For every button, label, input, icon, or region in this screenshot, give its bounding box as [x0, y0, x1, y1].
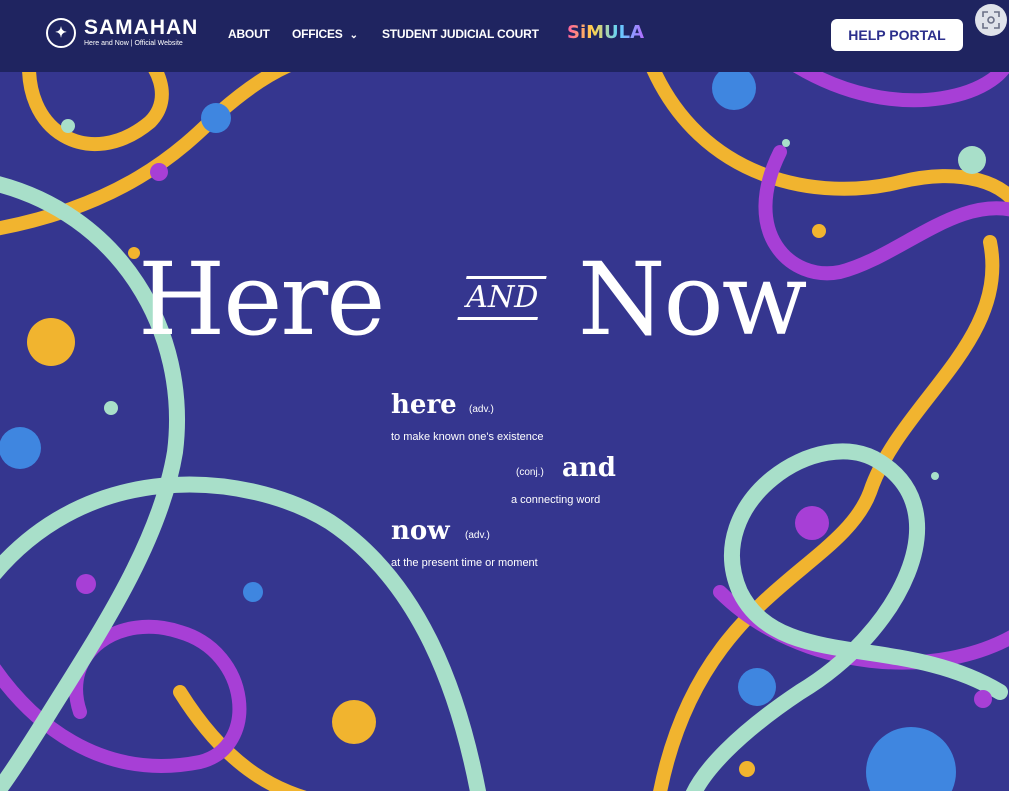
samahan-seal-icon: ✦ — [46, 17, 76, 48]
brand-text: SAMAHAN Here and Now | Official Website — [84, 17, 198, 48]
definition-pos-and: (conj.) — [516, 467, 544, 478]
definition-word-and: and — [562, 453, 616, 483]
samahan-logo[interactable]: ✦ SAMAHAN Here and Now | Official Websit… — [46, 17, 198, 48]
brand-subtitle: Here and Now | Official Website — [84, 40, 183, 47]
nav-student-judicial-court[interactable]: STUDENT JUDICIAL COURT — [382, 27, 539, 41]
hero-word-and: AND — [457, 276, 547, 320]
nav-about[interactable]: ABOUT — [228, 27, 270, 41]
hero-word-here: Here — [138, 241, 385, 358]
simula-logo[interactable]: SiMULA — [567, 22, 644, 43]
simula-text: SiMULA — [567, 22, 645, 43]
definition-meaning-now: at the present time or moment — [391, 557, 538, 569]
help-portal-label: HELP PORTAL — [848, 27, 946, 43]
nav-offices[interactable]: OFFICES ⌄ — [292, 27, 358, 41]
yellow-ribbon-bottom — [173, 685, 307, 791]
definition-word-now: now — [391, 516, 450, 546]
chevron-down-icon: ⌄ — [349, 30, 358, 41]
nav-offices-label: OFFICES — [292, 27, 343, 41]
brand-title: SAMAHAN — [84, 16, 199, 39]
definition-meaning-here: to make known one's existence — [391, 431, 544, 443]
hero-title: Here AND Now — [0, 240, 1009, 370]
help-portal-button[interactable]: HELP PORTAL — [831, 19, 963, 51]
definition-pos-here: (adv.) — [469, 404, 494, 415]
screen-scan-icon[interactable] — [975, 4, 1007, 36]
definition-word-here: here — [391, 390, 457, 420]
nav-about-label: ABOUT — [228, 27, 270, 41]
definition-meaning-and: a connecting word — [511, 494, 601, 506]
top-navbar: ✦ SAMAHAN Here and Now | Official Websit… — [0, 0, 1009, 72]
definition-pos-now: (adv.) — [465, 530, 490, 541]
hero-word-now: Now — [578, 241, 807, 358]
nav-sjc-label: STUDENT JUDICIAL COURT — [382, 27, 539, 41]
yellow-ribbon-loop-left — [22, 72, 169, 152]
